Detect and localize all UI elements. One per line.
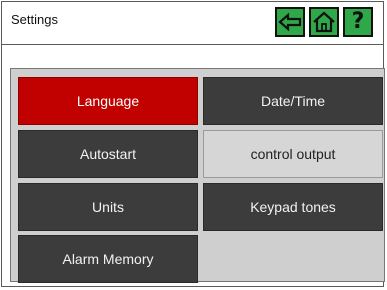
menu-button-label: Units (92, 199, 124, 215)
title-bar: Settings ? (2, 2, 383, 45)
menu-button-label: Date/Time (260, 93, 326, 109)
menu-button-control-output[interactable]: control output (203, 130, 383, 178)
arrow-left-icon (278, 12, 302, 32)
menu-button-units[interactable]: Units (18, 183, 198, 231)
menu-button-keypad-tones[interactable]: Keypad tones (203, 183, 383, 231)
home-button[interactable] (309, 7, 339, 37)
menu-button-language[interactable]: Language (18, 77, 198, 125)
back-button[interactable] (275, 7, 305, 37)
menu-button-label: Language (76, 93, 140, 109)
menu-button-label: Keypad tones (250, 199, 336, 215)
settings-menu-panel: Language Date/Time Autostart control out… (10, 68, 385, 283)
page-title: Settings (11, 12, 58, 27)
menu-button-date-time[interactable]: Date/Time (203, 77, 383, 125)
help-button[interactable]: ? (343, 7, 373, 37)
question-icon: ? (351, 9, 365, 34)
menu-button-autostart[interactable]: Autostart (18, 130, 198, 178)
settings-window: Settings ? Language Date/Time Autostart (1, 1, 385, 287)
home-icon (313, 11, 335, 33)
menu-button-label: Autostart (79, 146, 137, 162)
menu-button-alarm-memory[interactable]: Alarm Memory (18, 235, 198, 283)
menu-button-label: Alarm Memory (62, 251, 154, 267)
menu-button-label: control output (250, 146, 336, 162)
